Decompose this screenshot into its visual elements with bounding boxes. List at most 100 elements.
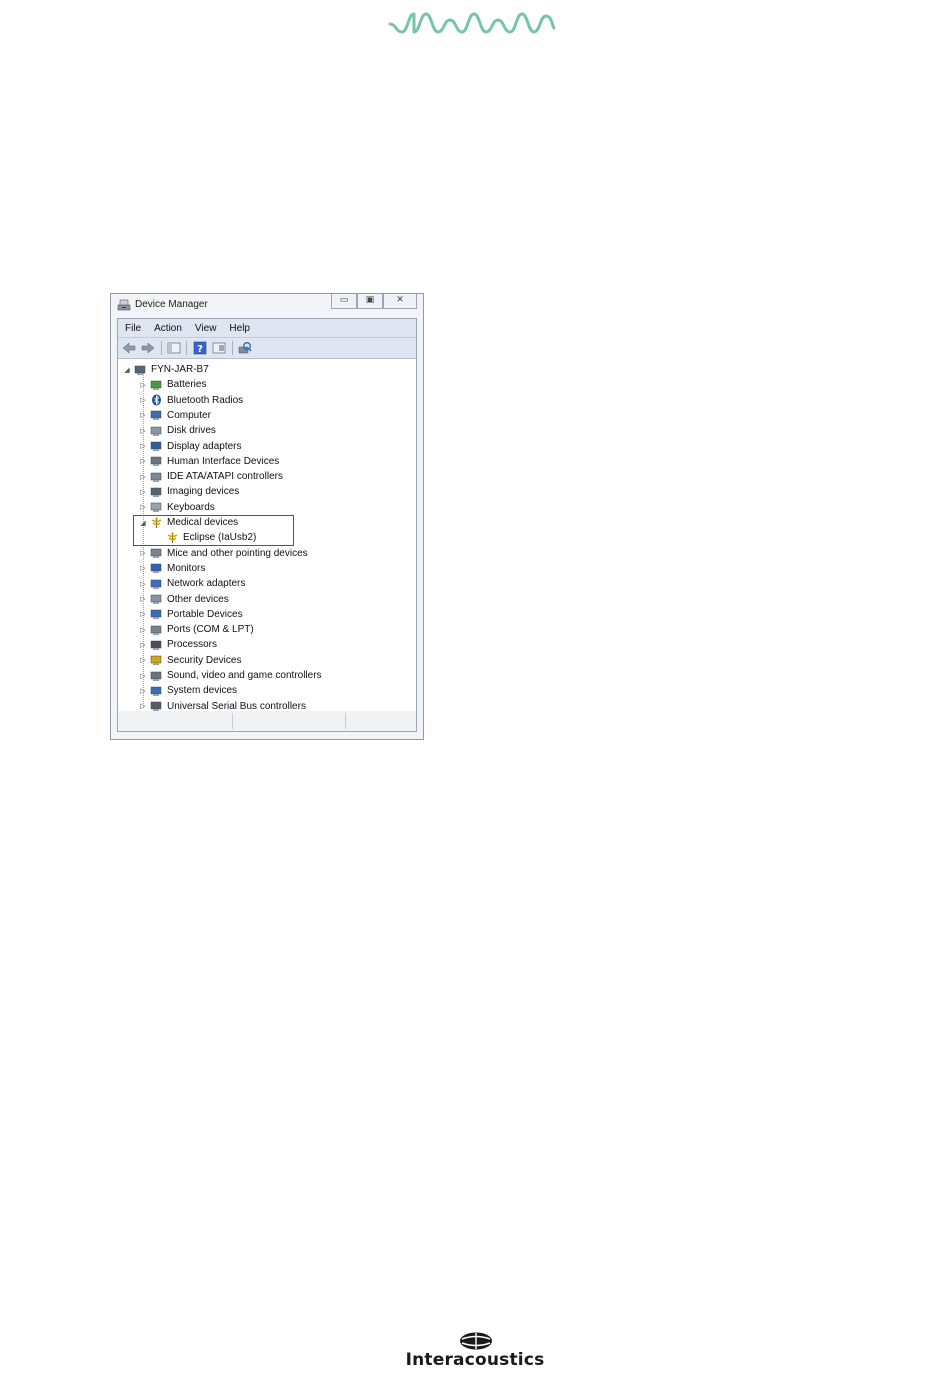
title-bar[interactable]: Device Manager ▭ ▣ ✕ <box>111 294 423 316</box>
battery-icon <box>150 380 162 390</box>
minimize-button[interactable]: ▭ <box>331 294 357 309</box>
display-adapter-icon <box>150 441 162 451</box>
toolbar-separator <box>161 341 162 355</box>
keyboard-icon <box>150 502 162 513</box>
tree-item-label: Imaging devices <box>167 486 240 498</box>
toolbar-separator <box>186 341 187 355</box>
tree-item-label: Sound, video and game controllers <box>167 670 322 681</box>
toolbar-separator <box>232 341 233 355</box>
status-divider <box>345 713 346 729</box>
tree-item-label: Mice and other pointing devices <box>167 547 308 559</box>
tree-item[interactable]: ▷ Keyboards <box>139 500 215 515</box>
tree-item[interactable]: ▷ System devices <box>139 683 237 698</box>
properties-icon[interactable] <box>212 341 226 355</box>
menu-view[interactable]: View <box>188 323 223 334</box>
tree-item[interactable]: ▷ Bluetooth Radios <box>139 393 243 408</box>
processor-icon <box>150 640 162 650</box>
menu-file[interactable]: File <box>118 323 147 334</box>
tree-item[interactable]: ▷ Security Devices <box>139 653 241 668</box>
expand-arrow-icon[interactable]: ▷ <box>139 626 147 634</box>
tree-item[interactable]: ▷ Batteries <box>139 377 206 392</box>
tree-item[interactable]: ▷ Processors <box>139 637 217 652</box>
expand-arrow-icon[interactable]: ▷ <box>139 564 147 572</box>
tree-item[interactable]: ▷ Network adapters <box>139 576 245 591</box>
tree-item-label: System devices <box>167 685 238 697</box>
tree-item-label: Bluetooth Radios <box>167 394 244 406</box>
tree-item[interactable]: ▷ Monitors <box>139 561 205 576</box>
sound-icon <box>150 671 162 681</box>
tree-item-label: Network adapters <box>167 578 246 590</box>
expand-arrow-icon[interactable]: ▷ <box>139 641 147 649</box>
tree-item[interactable]: ▷ Sound, video and game controllers <box>139 668 322 683</box>
tree-item-label: IDE ATA/ATAPI controllers <box>167 471 283 483</box>
expand-arrow-icon[interactable]: ▷ <box>139 549 147 557</box>
show-hide-console-tree-icon[interactable] <box>167 341 181 355</box>
tree-item[interactable]: ▷ Disk drives <box>139 423 216 438</box>
tree-item-label: Computer <box>167 409 211 421</box>
status-divider <box>232 713 233 729</box>
scan-hardware-icon[interactable] <box>238 341 252 355</box>
expand-arrow-icon[interactable]: ▷ <box>139 411 147 419</box>
forward-icon[interactable] <box>141 341 155 355</box>
network-adapter-icon <box>150 579 162 589</box>
tree-item[interactable]: ▷ IDE ATA/ATAPI controllers <box>139 469 283 484</box>
collapse-arrow-icon[interactable]: ◢ <box>123 366 131 374</box>
maximize-icon: ▣ <box>365 295 375 305</box>
tree-item-label: Security Devices <box>167 654 242 666</box>
tree-item[interactable]: ▷ Other devices <box>139 592 228 607</box>
imaging-device-icon <box>150 487 162 497</box>
close-button[interactable]: ✕ <box>383 294 417 309</box>
svg-text:?: ? <box>197 344 203 355</box>
tree-root-computer[interactable]: ◢ FYN-JAR-B7 <box>123 362 209 377</box>
expand-arrow-icon[interactable]: ▷ <box>139 396 147 404</box>
tree-item[interactable]: ▷ Mice and other pointing devices <box>139 546 308 561</box>
tree-item[interactable]: ▷ Imaging devices <box>139 484 239 499</box>
expand-arrow-icon[interactable]: ▷ <box>139 457 147 465</box>
expand-arrow-icon[interactable]: ▷ <box>139 442 147 450</box>
root-computer-icon <box>134 365 146 375</box>
close-icon: ✕ <box>396 295 404 305</box>
expand-arrow-icon[interactable]: ▷ <box>139 656 147 664</box>
help-icon[interactable]: ? <box>193 341 207 355</box>
system-device-icon <box>150 686 162 696</box>
tree-item-label: Portable Devices <box>167 608 243 620</box>
back-icon[interactable] <box>122 341 136 355</box>
expand-arrow-icon[interactable]: ▷ <box>139 687 147 695</box>
tree-item-label: Universal Serial Bus controllers <box>167 700 306 712</box>
portable-device-icon <box>150 610 162 620</box>
tree-item-label: Monitors <box>167 562 206 574</box>
expand-arrow-icon[interactable]: ▷ <box>139 580 147 588</box>
expand-arrow-icon[interactable]: ▷ <box>139 595 147 603</box>
maximize-button[interactable]: ▣ <box>357 294 383 309</box>
other-device-icon <box>150 594 162 604</box>
tree-item[interactable]: ▷ Portable Devices <box>139 607 243 622</box>
expand-arrow-icon[interactable]: ▷ <box>139 427 147 435</box>
menu-help[interactable]: Help <box>222 323 256 334</box>
menu-action[interactable]: Action <box>147 323 188 334</box>
interacoustics-logo-icon <box>460 1332 492 1350</box>
tree-item[interactable]: ▷ Display adapters <box>139 439 241 454</box>
expand-arrow-icon[interactable]: ▷ <box>139 473 147 481</box>
tree-item-label: Processors <box>167 639 218 651</box>
tree-item[interactable]: ▷ Human Interface Devices <box>139 454 279 469</box>
tree-item-label: Human Interface Devices <box>167 455 280 467</box>
bluetooth-icon <box>152 394 161 406</box>
tree-item-label: Batteries <box>167 379 207 391</box>
tree-item[interactable]: ▷ Computer <box>139 408 211 423</box>
hid-icon <box>150 457 162 467</box>
expand-arrow-icon[interactable]: ▷ <box>139 702 147 710</box>
tree-item[interactable]: ▷ Ports (COM & LPT) <box>139 622 253 637</box>
window-title: Device Manager <box>135 299 208 310</box>
expand-arrow-icon[interactable]: ▷ <box>139 672 147 680</box>
monitor-icon <box>150 564 162 574</box>
mouse-icon <box>150 548 162 559</box>
tree-item-label: Disk drives <box>167 425 216 437</box>
expand-arrow-icon[interactable]: ▷ <box>139 488 147 496</box>
disk-drive-icon <box>150 426 162 436</box>
expand-arrow-icon[interactable]: ▷ <box>139 503 147 511</box>
header-wave-logo-icon <box>388 12 556 34</box>
expand-arrow-icon[interactable]: ▷ <box>139 381 147 389</box>
expand-arrow-icon[interactable]: ▷ <box>139 610 147 618</box>
tree-item-label: Display adapters <box>167 440 242 452</box>
tree-item-label: Keyboards <box>167 501 215 513</box>
